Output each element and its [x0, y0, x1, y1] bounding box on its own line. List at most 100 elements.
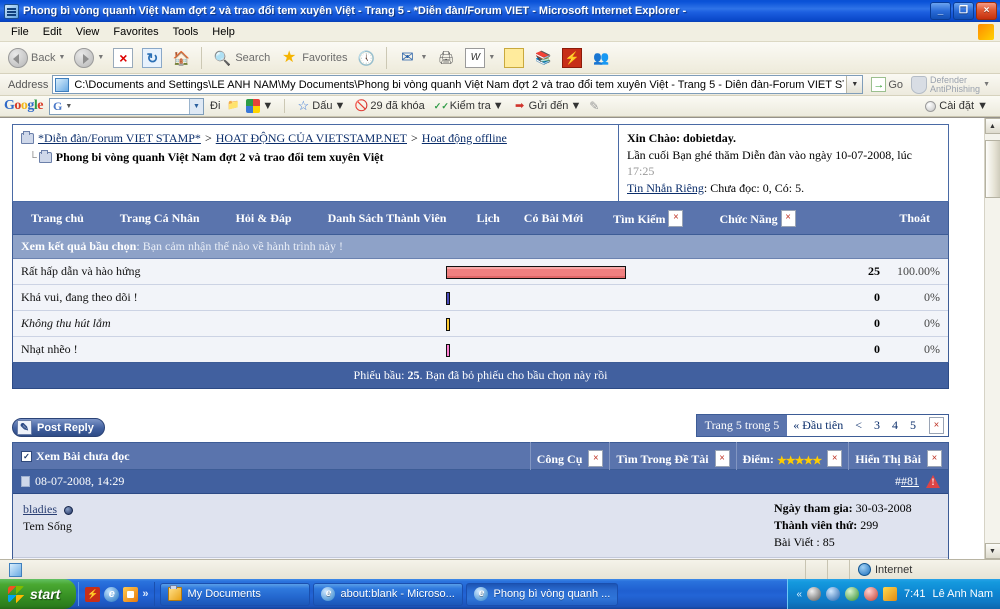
pagination-page-3[interactable]: 3 [868, 415, 886, 436]
media-player-icon[interactable] [123, 587, 138, 602]
google-search-box[interactable]: G ▼ ▼ [49, 98, 204, 115]
post-reply-button[interactable]: Post Reply [12, 418, 105, 437]
nav-item-faq[interactable]: Hỏi & Đáp [218, 211, 310, 226]
close-button[interactable]: × [976, 2, 997, 20]
taskbar-item-my-documents[interactable]: My Documents [160, 583, 310, 606]
autofill-icon[interactable] [587, 99, 601, 113]
forward-button[interactable]: ▼ [70, 45, 108, 71]
broken-image-icon [781, 210, 796, 227]
taskbar-item-forum-page[interactable]: Phong bì vòng quanh ... [466, 583, 618, 606]
nav-item-search[interactable]: Tìm Kiếm [595, 210, 701, 227]
tray-icon-1[interactable] [807, 587, 821, 601]
antiphishing-indicator[interactable]: Defender AntiPhishing ▼ [911, 76, 996, 94]
display-modes-menu[interactable]: Hiển Thị Bài [848, 442, 948, 470]
chevron-down-icon: ▼ [420, 54, 427, 61]
google-highlight-button[interactable]: ▼ [243, 98, 276, 114]
internet-explorer-icon[interactable] [104, 587, 119, 602]
private-messages-link[interactable]: Tin Nhắn Riêng [627, 181, 704, 195]
pagination-page-4[interactable]: 4 [886, 415, 904, 436]
google-sendto-button[interactable]: Gửi đến▼ [510, 98, 585, 114]
mail-button[interactable]: ▼ [393, 45, 431, 71]
go-button[interactable]: → Go [867, 77, 907, 92]
nav-item-home[interactable]: Trang chủ [13, 211, 102, 226]
google-blocked-button[interactable]: 29 đã khóa [351, 98, 427, 114]
tray-icon-3[interactable] [845, 587, 859, 601]
flash-icon[interactable] [85, 587, 100, 602]
menu-edit[interactable]: Edit [36, 24, 69, 40]
start-button[interactable]: start [0, 579, 76, 609]
tray-clock[interactable]: 7:41 [902, 588, 925, 600]
menu-favorites[interactable]: Favorites [106, 24, 165, 40]
refresh-button[interactable] [138, 45, 166, 71]
security-zone-label: Internet [875, 564, 912, 576]
windows-flag-icon [978, 24, 994, 40]
notes-button[interactable] [500, 45, 528, 71]
google-bookmarks-button[interactable]: Dấu▼ [293, 98, 348, 114]
poll-question: : Bạn cảm nhận thế nào về hành trình này… [136, 239, 343, 253]
breadcrumb-link-subforum[interactable]: Hoat động offline [422, 131, 507, 146]
notes-icon [504, 48, 524, 68]
post-date: 08-07-2008, 14:29 [35, 474, 124, 489]
unread-toggle[interactable]: ✓ Xem Bài chưa đọc [13, 449, 530, 464]
address-input[interactable] [72, 77, 846, 92]
tray-icon-2[interactable] [826, 587, 840, 601]
restore-button[interactable]: ❐ [953, 2, 974, 20]
scroll-up-button[interactable]: ▲ [985, 118, 1000, 134]
nav-item-members[interactable]: Danh Sách Thành Viên [310, 211, 465, 226]
menu-file[interactable]: File [4, 24, 36, 40]
flash-button[interactable] [558, 45, 586, 71]
edit-button[interactable]: ▼ [461, 45, 499, 71]
pagination-page-5[interactable]: 5 [904, 415, 922, 436]
status-pad-1 [806, 560, 828, 580]
favorites-button[interactable]: Favorites [275, 45, 351, 71]
chevron-left-icon[interactable]: « [796, 589, 802, 600]
nav-item-profile[interactable]: Trang Cá Nhân [102, 211, 218, 226]
chevron-down-icon[interactable]: ▼ [846, 76, 862, 93]
back-button[interactable]: Back ▼ [4, 45, 69, 71]
pagination-next[interactable] [922, 415, 948, 436]
pagination-prev[interactable]: < [849, 415, 868, 436]
taskbar-item-about-blank[interactable]: about:blank - Microso... [313, 583, 463, 606]
google-spellcheck-button[interactable]: Kiểm tra▼ [431, 98, 507, 114]
thread-rating-menu[interactable]: Điểm: ★★★★★ [736, 442, 849, 470]
google-go-button[interactable]: Đi [207, 99, 223, 113]
popup-blocker-icon[interactable] [226, 99, 240, 113]
minimize-button[interactable]: _ [930, 2, 951, 20]
chevron-right-icon[interactable]: » [142, 588, 148, 600]
nav-item-logout[interactable]: Thoát [881, 211, 948, 226]
tray-icon-5[interactable] [883, 587, 897, 601]
history-button[interactable] [352, 45, 380, 71]
messenger-button[interactable] [587, 45, 615, 71]
google-settings-button[interactable]: Cài đặt ▼ [925, 100, 996, 112]
post-permalink[interactable]: ##81 [895, 474, 919, 489]
thread-toolstrip: ✓ Xem Bài chưa đọc Công Cụ Tìm Trong Đề … [12, 442, 949, 470]
menu-help[interactable]: Help [205, 24, 242, 40]
search-button[interactable]: Search [208, 45, 274, 71]
breadcrumb-link-forum[interactable]: *Diễn đàn/Forum VIET STAMP* [38, 131, 201, 146]
scroll-down-button[interactable]: ▼ [985, 543, 1000, 559]
breadcrumb-link-category[interactable]: HOAT ĐỘNG CỦA VIETSTAMP.NET [216, 131, 407, 146]
home-button[interactable] [167, 45, 195, 71]
checkbox-icon[interactable]: ✓ [21, 451, 32, 462]
nav-item-newposts[interactable]: Có Bài Mới [512, 211, 595, 226]
scrollbar-thumb[interactable] [985, 140, 1000, 198]
search-label: Search [235, 52, 270, 64]
report-post-icon[interactable] [926, 475, 940, 488]
menu-tools[interactable]: Tools [166, 24, 206, 40]
tray-icon-4[interactable] [864, 587, 878, 601]
print-button[interactable] [432, 45, 460, 71]
post-author-name[interactable]: bladies [23, 502, 57, 516]
pagination-first[interactable]: « Đầu tiên [787, 415, 849, 436]
menu-view[interactable]: View [69, 24, 107, 40]
address-field[interactable]: ▼ [52, 75, 863, 94]
thread-tools-menu[interactable]: Công Cụ [530, 442, 610, 470]
nav-item-functions[interactable]: Chức Năng [701, 210, 813, 227]
search-thread-menu[interactable]: Tìm Trong Đề Tài [609, 442, 735, 470]
encarta-button[interactable] [529, 45, 557, 71]
vertical-scrollbar[interactable]: ▲ ▼ [984, 118, 1000, 559]
chevron-down-icon[interactable]: ▼ [983, 81, 990, 88]
stop-button[interactable] [109, 45, 137, 71]
google-search-dropdown[interactable]: ▼ [189, 99, 203, 114]
nav-item-calendar[interactable]: Lịch [464, 211, 511, 226]
scrollbar-track[interactable] [985, 134, 1000, 543]
